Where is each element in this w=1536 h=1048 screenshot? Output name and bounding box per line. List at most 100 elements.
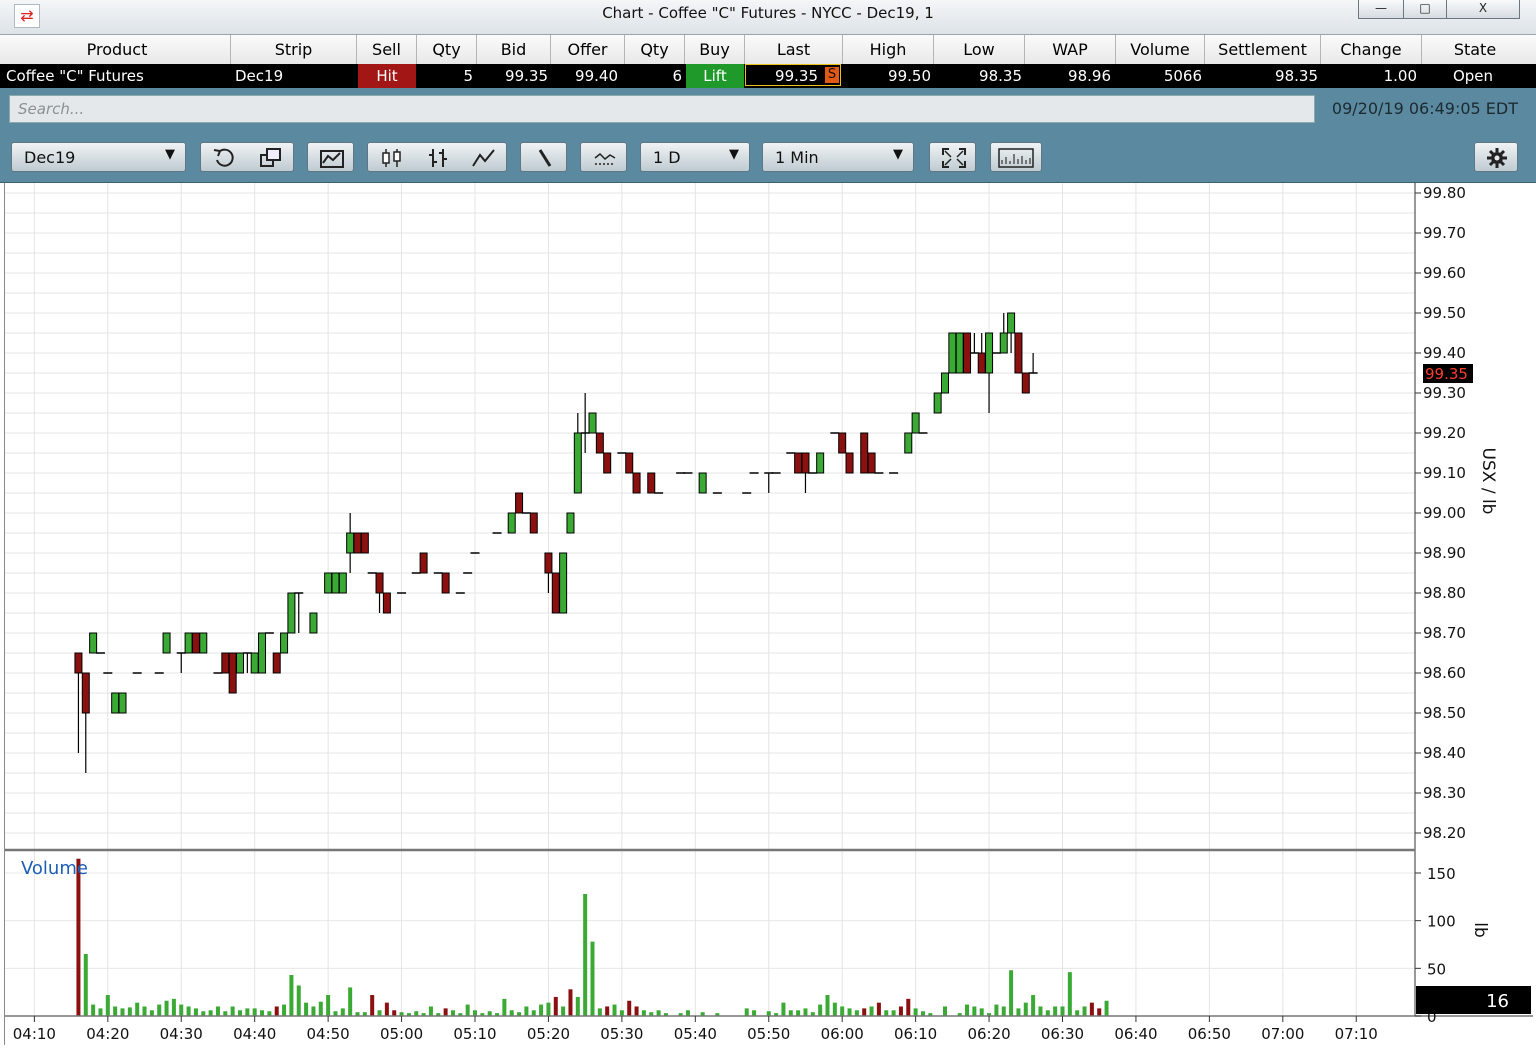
close-button[interactable]: X [1446, 0, 1520, 19]
candle [515, 492, 524, 514]
col-change[interactable]: Change [1321, 35, 1422, 64]
col-sell[interactable]: Sell [357, 35, 417, 64]
volume-bar [171, 998, 176, 1016]
strip-select-value: Dec19 [24, 148, 76, 167]
studies-button[interactable] [580, 142, 627, 172]
candle-body [1007, 312, 1016, 334]
volume-bar [127, 1007, 132, 1016]
candle-body [860, 432, 869, 474]
strip-select[interactable]: Dec19 ▼ [11, 142, 186, 172]
volume-bar [1016, 1008, 1021, 1016]
col-product[interactable]: Product [4, 35, 231, 64]
candle-body [118, 692, 127, 714]
cell-bid-qty: 5 [463, 67, 473, 85]
line-chart-icon[interactable] [470, 146, 498, 170]
reset-icon[interactable] [211, 146, 239, 170]
candlestick-icon[interactable] [378, 146, 406, 170]
candle [904, 432, 913, 454]
volume-tick-label: 150 [1427, 865, 1456, 883]
candle [698, 472, 707, 494]
col-high[interactable]: High [843, 35, 934, 64]
draw-line-button[interactable] [520, 142, 567, 172]
ohlc-bar-icon[interactable] [424, 146, 452, 170]
price-tick-label: 98.60 [1423, 664, 1466, 682]
col-bid-qty[interactable]: Qty [417, 35, 477, 64]
volume-bar [656, 1010, 661, 1016]
chart-mode-button[interactable] [307, 142, 354, 172]
window-title: Chart - Coffee "C" Futures - NYCC - Dec1… [602, 4, 934, 22]
candle-body [236, 652, 244, 674]
maximize-button[interactable]: □ [1403, 0, 1447, 19]
price-volume-chart[interactable]: 98.20 98.30 98.40 98.50 98.60 98.70 98.80 98.90… [5, 183, 1533, 1045]
col-bid[interactable]: Bid [477, 35, 551, 64]
candle-body [338, 572, 347, 594]
col-low[interactable]: Low [934, 35, 1025, 64]
timestamp: 09/20/19 06:49:05 EDT [1331, 99, 1518, 118]
col-state[interactable]: State [1422, 35, 1528, 64]
interval-select[interactable]: 1 Min ▼ [762, 142, 914, 172]
cell-bid: 99.35 [505, 67, 548, 85]
candle [338, 572, 347, 594]
detach-window-icon[interactable] [257, 146, 285, 170]
volume-bar [135, 1002, 140, 1016]
col-settlement[interactable]: Settlement [1205, 35, 1321, 64]
cell-strip: Dec19 [235, 67, 284, 85]
volume-bar [898, 1006, 903, 1016]
price-tick-label: 99.10 [1423, 464, 1466, 482]
col-offer[interactable]: Offer [551, 35, 625, 64]
col-offer-qty[interactable]: Qty [625, 35, 685, 64]
candle [191, 632, 200, 654]
col-volume[interactable]: Volume [1116, 35, 1205, 64]
col-last[interactable]: Last [745, 35, 843, 64]
candle [81, 672, 90, 773]
volume-bar [157, 1004, 162, 1016]
volume-bar [304, 1002, 309, 1016]
candle [287, 592, 296, 634]
candle [566, 512, 575, 534]
quote-table-row[interactable]: Coffee "C" Futures Dec19 Hit 5 99.35 99.… [0, 64, 1536, 88]
last-volume-box [1416, 986, 1531, 1014]
candle-body [948, 332, 957, 374]
candle [118, 692, 127, 714]
col-buy[interactable]: Buy [685, 35, 745, 64]
cell-low: 98.35 [979, 67, 1022, 85]
col-strip[interactable]: Strip [231, 35, 357, 64]
candle [955, 332, 964, 374]
candle [1014, 332, 1023, 374]
volume-bar [149, 1010, 154, 1016]
volume-bar [311, 1006, 316, 1016]
price-tick-label: 99.80 [1423, 184, 1466, 202]
lift-button[interactable]: Lift [686, 64, 744, 88]
candle-body [1021, 372, 1030, 394]
candle-body [632, 472, 641, 494]
time-tick-label: 07:10 [1335, 1025, 1378, 1043]
col-wap[interactable]: WAP [1025, 35, 1116, 64]
candle-body [382, 592, 391, 614]
cell-offer: 99.40 [575, 67, 618, 85]
chart-area[interactable]: 98.20 98.30 98.40 98.50 98.60 98.70 98.80 98.90… [4, 183, 1533, 1045]
volume-bar [473, 1010, 477, 1016]
last-price-label: 99.35 [1425, 365, 1468, 383]
candle [162, 632, 171, 654]
candle-body [794, 452, 803, 474]
candle-body [324, 572, 333, 594]
volume-bar [979, 1008, 984, 1016]
hit-button[interactable]: Hit [358, 64, 416, 88]
volume-toggle-button[interactable] [990, 142, 1042, 172]
volume-bar [685, 1010, 690, 1016]
volume-bar [1067, 972, 1072, 1016]
candle-body [963, 332, 972, 374]
settings-button[interactable] [1474, 142, 1518, 172]
period-select[interactable]: 1 D ▼ [640, 142, 750, 172]
volume-bar [972, 1006, 977, 1016]
search-input[interactable] [9, 95, 1315, 123]
candle [242, 652, 252, 673]
volume-bar [1082, 1006, 1087, 1016]
candle [933, 392, 942, 414]
fit-to-screen-button[interactable] [929, 142, 976, 172]
volume-bar [994, 1004, 999, 1016]
price-tick-label: 98.40 [1423, 744, 1466, 762]
volume-bar [1053, 1006, 1058, 1016]
minimize-button[interactable]: — [1358, 0, 1404, 19]
volume-bar [1009, 970, 1014, 1016]
